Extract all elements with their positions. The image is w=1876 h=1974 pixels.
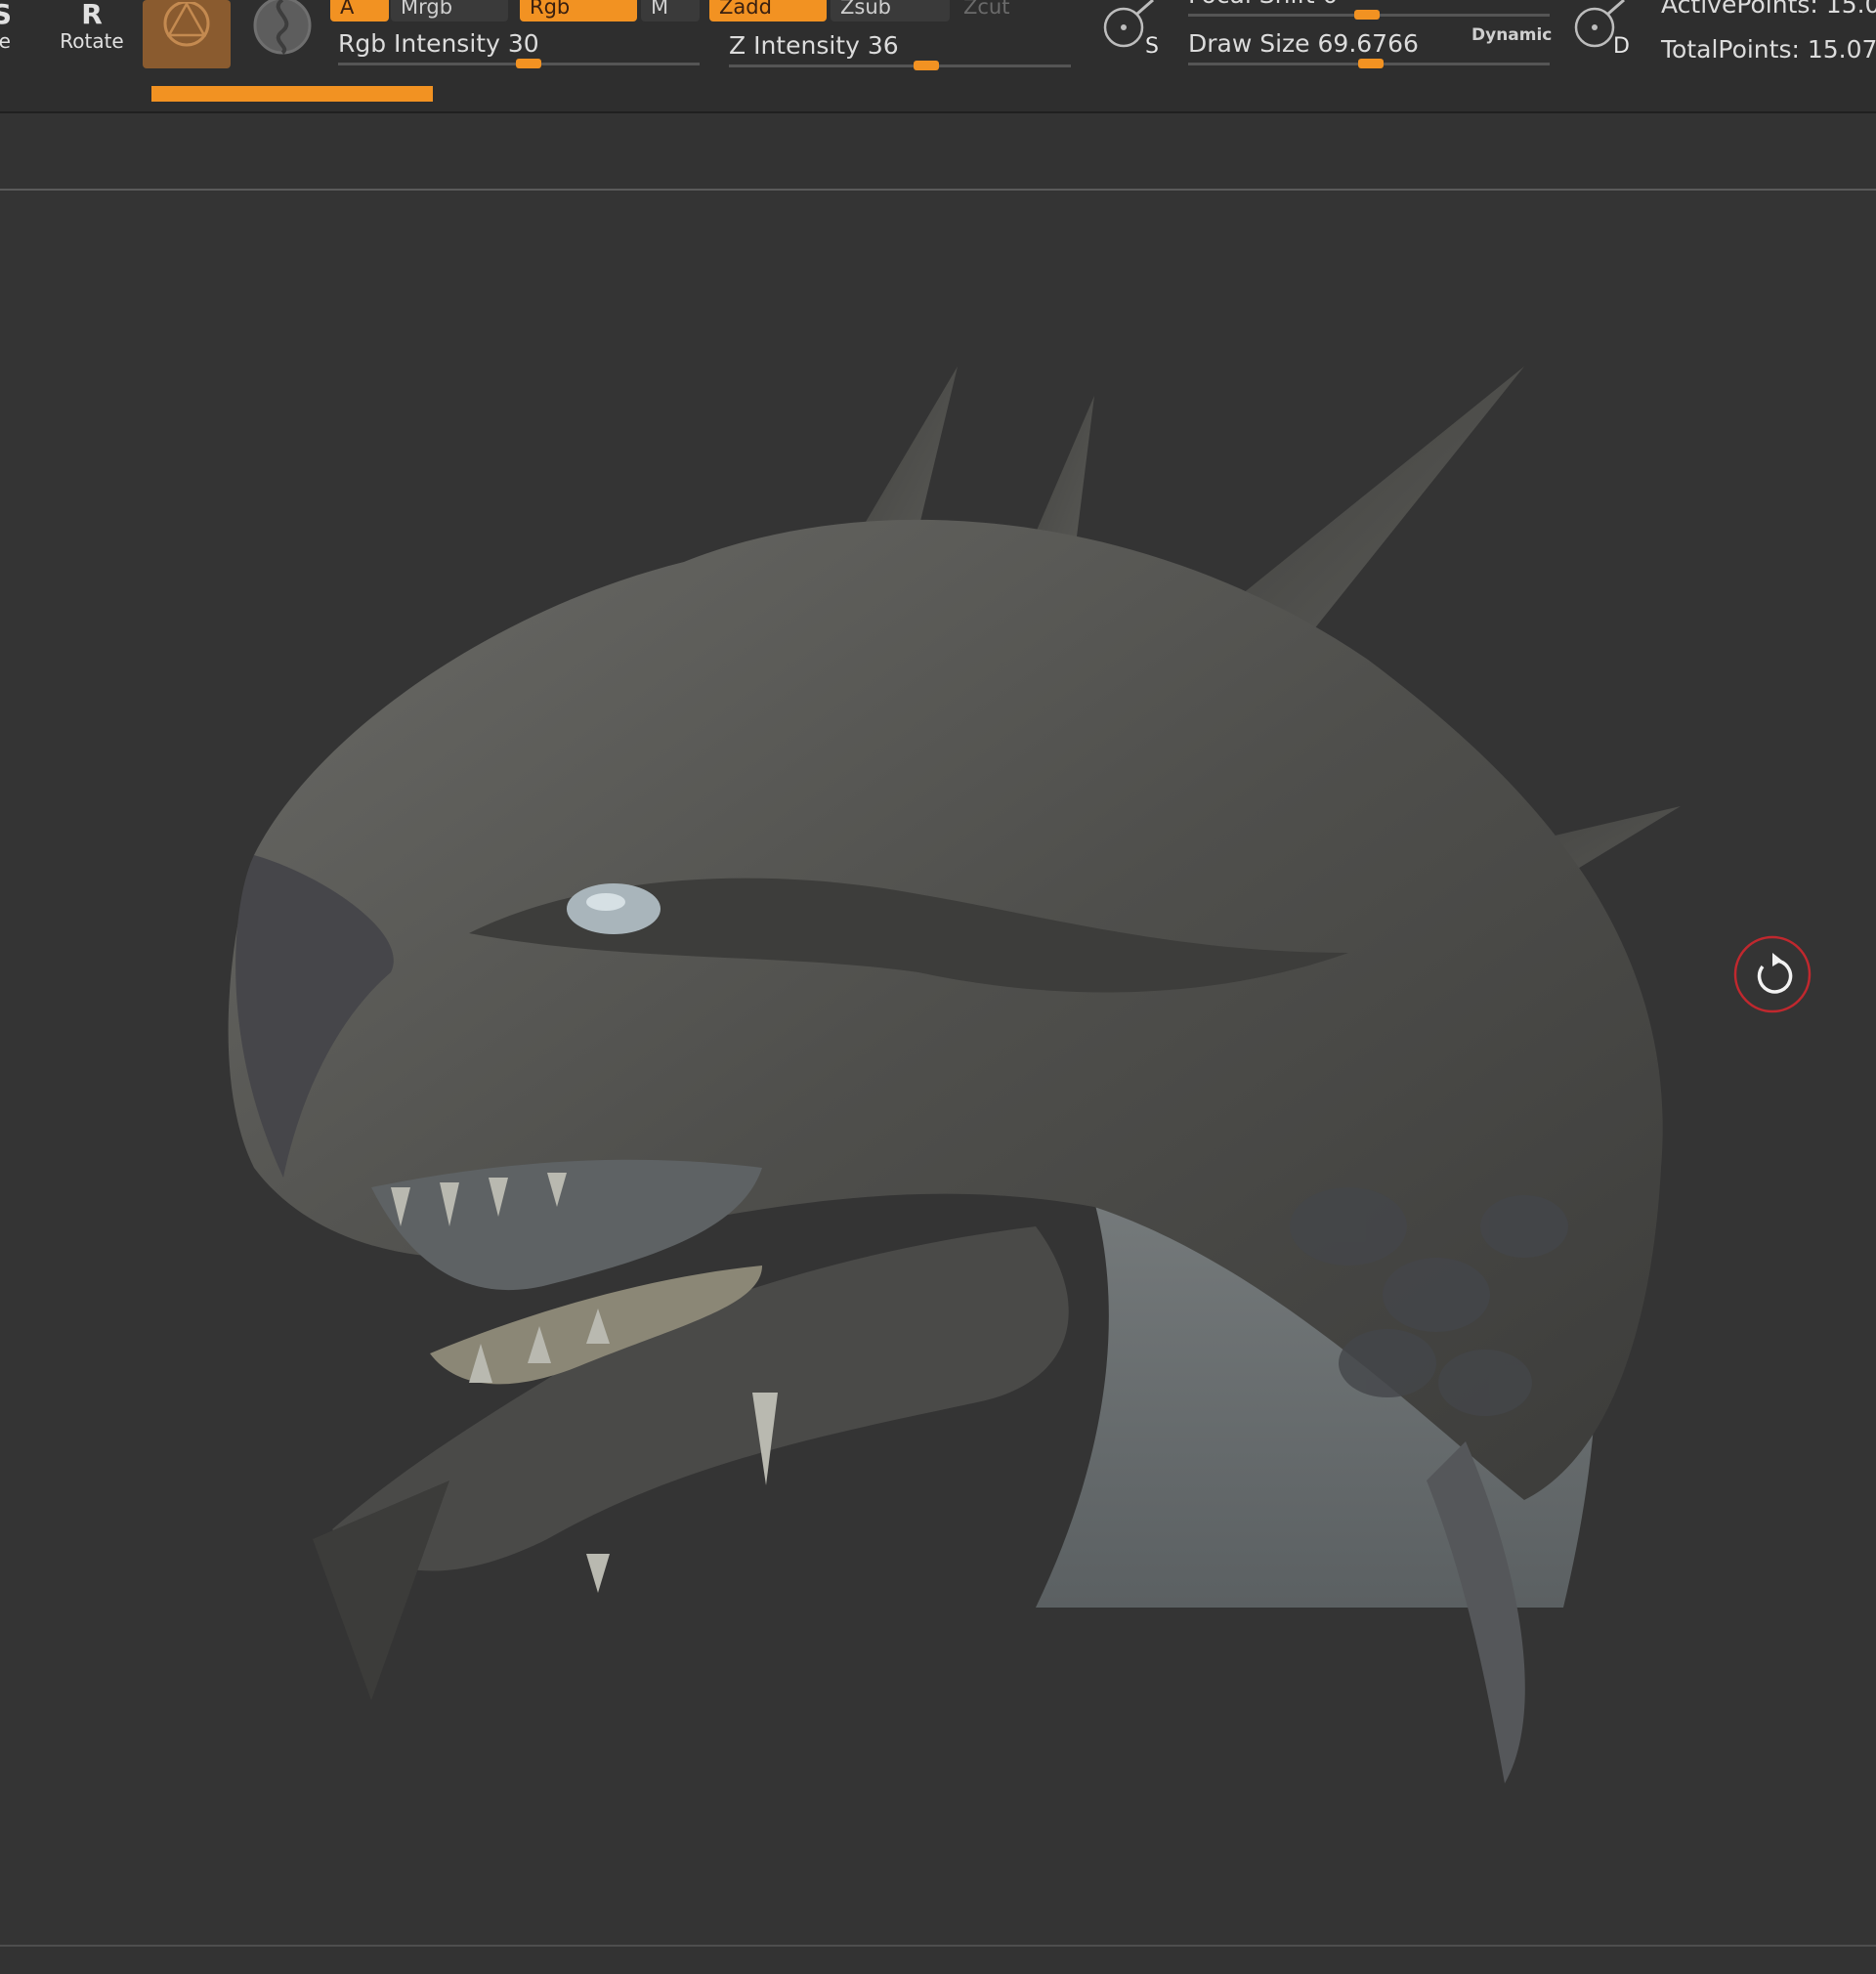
material-button[interactable] xyxy=(143,0,231,68)
z-intensity-slider[interactable]: Z Intensity 36 xyxy=(729,31,1071,74)
z-intensity-label: Z Intensity xyxy=(729,31,860,60)
focal-shift-label: Focal Shift xyxy=(1188,0,1315,9)
rgb-intensity-knob[interactable] xyxy=(516,59,541,68)
rgb-intensity-label: Rgb Intensity xyxy=(338,29,500,58)
z-intensity-value: 36 xyxy=(867,31,899,60)
zcut-mode-button[interactable]: Zcut xyxy=(954,0,1051,21)
total-points-readout: TotalPoints: 15.072 xyxy=(1661,35,1876,64)
scale-tool-button[interactable]: S le xyxy=(0,0,23,53)
dragon-head-model[interactable] xyxy=(0,191,1876,1945)
viewport-bottom-border xyxy=(0,1945,1876,1947)
rotate-key-icon: R xyxy=(81,0,103,30)
scale-tool-label: le xyxy=(0,29,11,53)
rotate-tool-button[interactable]: R Rotate xyxy=(57,0,127,53)
active-points-readout: ActivePoints: 15.07 xyxy=(1661,0,1876,19)
zadd-mode-button[interactable]: Zadd xyxy=(709,0,827,21)
top-toolbar: S le R Rotate A Mrgb Rgb M Zadd Zsub Zcu… xyxy=(0,0,1876,113)
focal-shift-knob[interactable] xyxy=(1354,10,1380,20)
rotate-tool-label: Rotate xyxy=(60,29,124,53)
z-intensity-track xyxy=(729,64,1071,67)
zsub-mode-button[interactable]: Zsub xyxy=(831,0,950,21)
rotate-cursor-icon xyxy=(1733,935,1812,1013)
z-intensity-knob[interactable] xyxy=(914,61,939,70)
rgb-mode-button[interactable]: Rgb xyxy=(520,0,637,21)
symmetry-s-letter: S xyxy=(1145,34,1159,59)
brush-sphere-icon xyxy=(253,0,312,55)
draw-size-value: 69.6766 xyxy=(1317,29,1419,58)
rgb-intensity-slider[interactable]: Rgb Intensity 30 xyxy=(338,29,700,72)
scale-key-icon: S xyxy=(0,0,13,30)
dynamic-toggle[interactable]: Dynamic xyxy=(1471,25,1552,45)
focal-shift-value: 0 xyxy=(1323,0,1339,9)
symmetry-d-button[interactable]: D xyxy=(1569,0,1634,64)
symmetry-d-letter: D xyxy=(1613,34,1630,59)
m-mode-button[interactable]: M xyxy=(641,0,700,21)
rotate-cursor-indicator xyxy=(1731,933,1813,1015)
a-mode-button[interactable]: A xyxy=(330,0,389,21)
secondary-toolbar xyxy=(0,113,1876,189)
rgb-intensity-value: 30 xyxy=(507,29,539,58)
material-active-underline xyxy=(151,86,433,102)
symmetry-s-button[interactable]: S xyxy=(1098,0,1163,64)
focal-shift-slider[interactable]: Focal Shift 0 xyxy=(1188,0,1550,20)
brush-sphere-button[interactable] xyxy=(252,0,313,61)
draw-size-label: Draw Size xyxy=(1188,29,1310,58)
material-sphere-icon xyxy=(163,2,210,47)
draw-size-knob[interactable] xyxy=(1358,59,1384,68)
mrgb-mode-button[interactable]: Mrgb xyxy=(391,0,508,21)
